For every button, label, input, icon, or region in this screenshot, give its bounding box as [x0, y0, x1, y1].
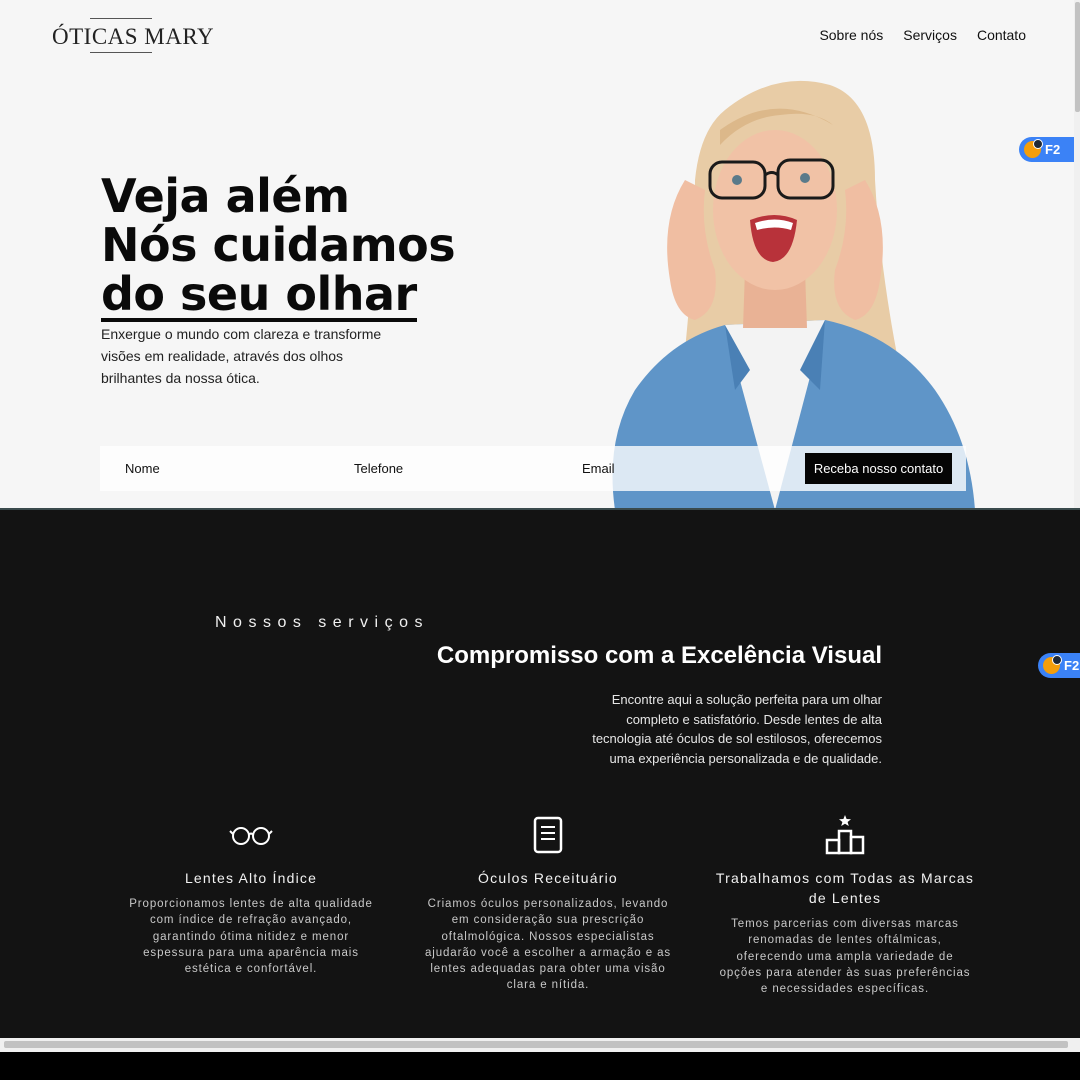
headline-line-2: Nós cuidamos: [101, 218, 456, 272]
extension-badge-label: F2: [1045, 142, 1061, 157]
service-card-prescription: Óculos Receituário Criamos óculos person…: [418, 814, 678, 994]
logo-ornament-top: [90, 18, 152, 19]
email-field[interactable]: Email: [582, 461, 615, 476]
vertical-scrollbar-thumb[interactable]: [1075, 2, 1080, 112]
glasses-icon: [229, 827, 273, 845]
extension-badge[interactable]: F2: [1019, 137, 1074, 162]
services-eyebrow: Nossos serviços: [215, 614, 429, 631]
service-title: Lentes Alto Índice: [184, 870, 318, 886]
brand-logo[interactable]: ÓTICAS MARY: [52, 16, 214, 56]
service-text: Temos parcerias com diversas marcas reno…: [719, 918, 971, 996]
brand-name: ÓTICAS MARY: [52, 24, 215, 49]
services-section: Nossos serviços Compromisso com a Excelê…: [0, 508, 1080, 1038]
logo-ornament-bottom: [90, 52, 152, 53]
service-card-brands: Trabalhamos com Todas as Marcas de Lente…: [715, 814, 975, 997]
podium-star-icon: [825, 815, 865, 855]
submit-contact-button[interactable]: Receba nosso contato: [805, 453, 952, 484]
nav-link-contact[interactable]: Contato: [977, 27, 1026, 43]
hero-headline: Veja além Nós cuidamos do seu olhar: [101, 169, 456, 322]
extension-icon: [1043, 655, 1062, 674]
extension-badge-2[interactable]: F2: [1038, 653, 1080, 678]
document-icon: [533, 816, 563, 854]
extension-badge-label: F2: [1064, 658, 1080, 673]
headline-line-3: do seu olhar: [101, 267, 417, 322]
services-description: Encontre aqui a solução perfeita para um…: [592, 692, 882, 766]
nav-link-services[interactable]: Serviços: [903, 27, 957, 43]
name-field[interactable]: Nome: [125, 461, 160, 476]
main-nav: Sobre nós Serviços Contato: [819, 27, 1026, 43]
extension-icon: [1024, 139, 1043, 158]
hero-photo: [612, 80, 975, 508]
services-title: Compromisso com a Excelência Visual: [436, 642, 882, 669]
service-text: Criamos óculos personalizados, levando e…: [424, 898, 672, 992]
hero-subtitle: Enxergue o mundo com clareza e transform…: [101, 326, 382, 386]
headline-line-1: Veja além: [101, 169, 350, 223]
phone-field[interactable]: Telefone: [354, 461, 403, 476]
horizontal-scrollbar-thumb[interactable]: [4, 1041, 1068, 1048]
service-title: Trabalhamos com Todas as Marcas de Lente…: [715, 870, 975, 906]
nav-link-about[interactable]: Sobre nós: [819, 27, 883, 43]
service-card-high-index: Lentes Alto Índice Proporcionamos lentes…: [122, 814, 380, 977]
service-text: Proporcionamos lentes de alta qualidade …: [129, 898, 373, 976]
service-title: Óculos Receituário: [478, 870, 618, 886]
hero-section: ÓTICAS MARY Sobre nós Serviços Contato V…: [0, 0, 1074, 508]
contact-form: Nome Telefone Email Receba nosso contato: [100, 446, 966, 491]
window-bottom-bar: [0, 1052, 1080, 1080]
